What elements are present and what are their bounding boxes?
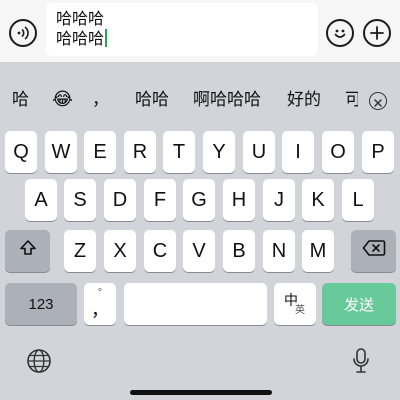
comma-key-alt-label: ° (97, 286, 103, 299)
message-input-bar: 哈哈哈 哈哈哈 (0, 0, 400, 62)
key-x[interactable]: X (104, 230, 136, 272)
key-l[interactable]: L (342, 179, 374, 221)
key-d[interactable]: D (104, 179, 136, 221)
candidate-item[interactable]: 哈 (12, 90, 29, 110)
key-c[interactable]: C (144, 230, 176, 272)
candidate-item[interactable]: 可 (345, 90, 358, 110)
collapse-candidates-button[interactable] (369, 92, 387, 110)
key-h[interactable]: H (223, 179, 255, 221)
key-a[interactable]: A (25, 179, 57, 221)
key-b[interactable]: B (223, 230, 255, 272)
key-p[interactable]: P (362, 131, 394, 173)
key-e[interactable]: E (84, 131, 116, 173)
key-s[interactable]: S (64, 179, 96, 221)
key-f[interactable]: F (144, 179, 176, 221)
candidate-item[interactable]: 哈哈 (135, 90, 169, 110)
numbers-key[interactable]: 123 (5, 283, 77, 325)
plus-icon (369, 25, 385, 41)
key-w[interactable]: W (45, 131, 77, 173)
key-r[interactable]: R (124, 131, 156, 173)
language-switch-key[interactable]: 中 英 (274, 283, 316, 325)
shift-key[interactable] (5, 230, 50, 272)
key-z[interactable]: Z (64, 230, 96, 272)
more-options-button[interactable] (363, 19, 391, 47)
emoji-smile-icon (331, 24, 349, 42)
comma-key-label: ， (91, 299, 109, 320)
message-text-line-2: 哈哈哈 (56, 29, 105, 48)
text-caret (105, 29, 108, 47)
candidate-item[interactable]: 😂 (52, 90, 73, 110)
key-q[interactable]: Q (5, 131, 37, 173)
key-n[interactable]: N (263, 230, 295, 272)
key-t[interactable]: T (163, 131, 195, 173)
key-j[interactable]: J (263, 179, 295, 221)
comma-key[interactable]: ° ， (84, 283, 116, 325)
key-o[interactable]: O (322, 131, 354, 173)
key-k[interactable]: K (302, 179, 334, 221)
key-m[interactable]: M (302, 230, 334, 272)
globe-icon[interactable] (26, 348, 52, 378)
key-v[interactable]: V (183, 230, 215, 272)
key-g[interactable]: G (183, 179, 215, 221)
send-button[interactable]: 发送 (322, 283, 396, 325)
home-indicator (130, 390, 272, 395)
backspace-icon (362, 239, 386, 263)
candidate-item[interactable]: 好的 (287, 90, 321, 110)
lang-en-label: 英 (295, 304, 305, 316)
voice-input-button[interactable] (9, 19, 37, 47)
microphone-icon[interactable] (351, 347, 371, 379)
candidate-bar: 哈 😂 ， 哈哈 啊哈哈哈 好的 可 (0, 62, 400, 124)
voice-wave-icon (15, 25, 31, 41)
backspace-key[interactable] (351, 230, 396, 272)
close-icon (374, 92, 382, 111)
key-y[interactable]: Y (203, 131, 235, 173)
emoji-button[interactable] (326, 19, 354, 47)
candidate-item[interactable]: ， (92, 90, 109, 110)
message-text-field[interactable]: 哈哈哈 哈哈哈 (46, 3, 318, 56)
key-u[interactable]: U (243, 131, 275, 173)
shift-icon (19, 239, 37, 263)
key-i[interactable]: I (282, 131, 314, 173)
candidate-item[interactable]: 啊哈哈哈 (193, 90, 261, 110)
message-text-line-1: 哈哈哈 (56, 9, 105, 28)
space-key[interactable] (124, 283, 267, 325)
